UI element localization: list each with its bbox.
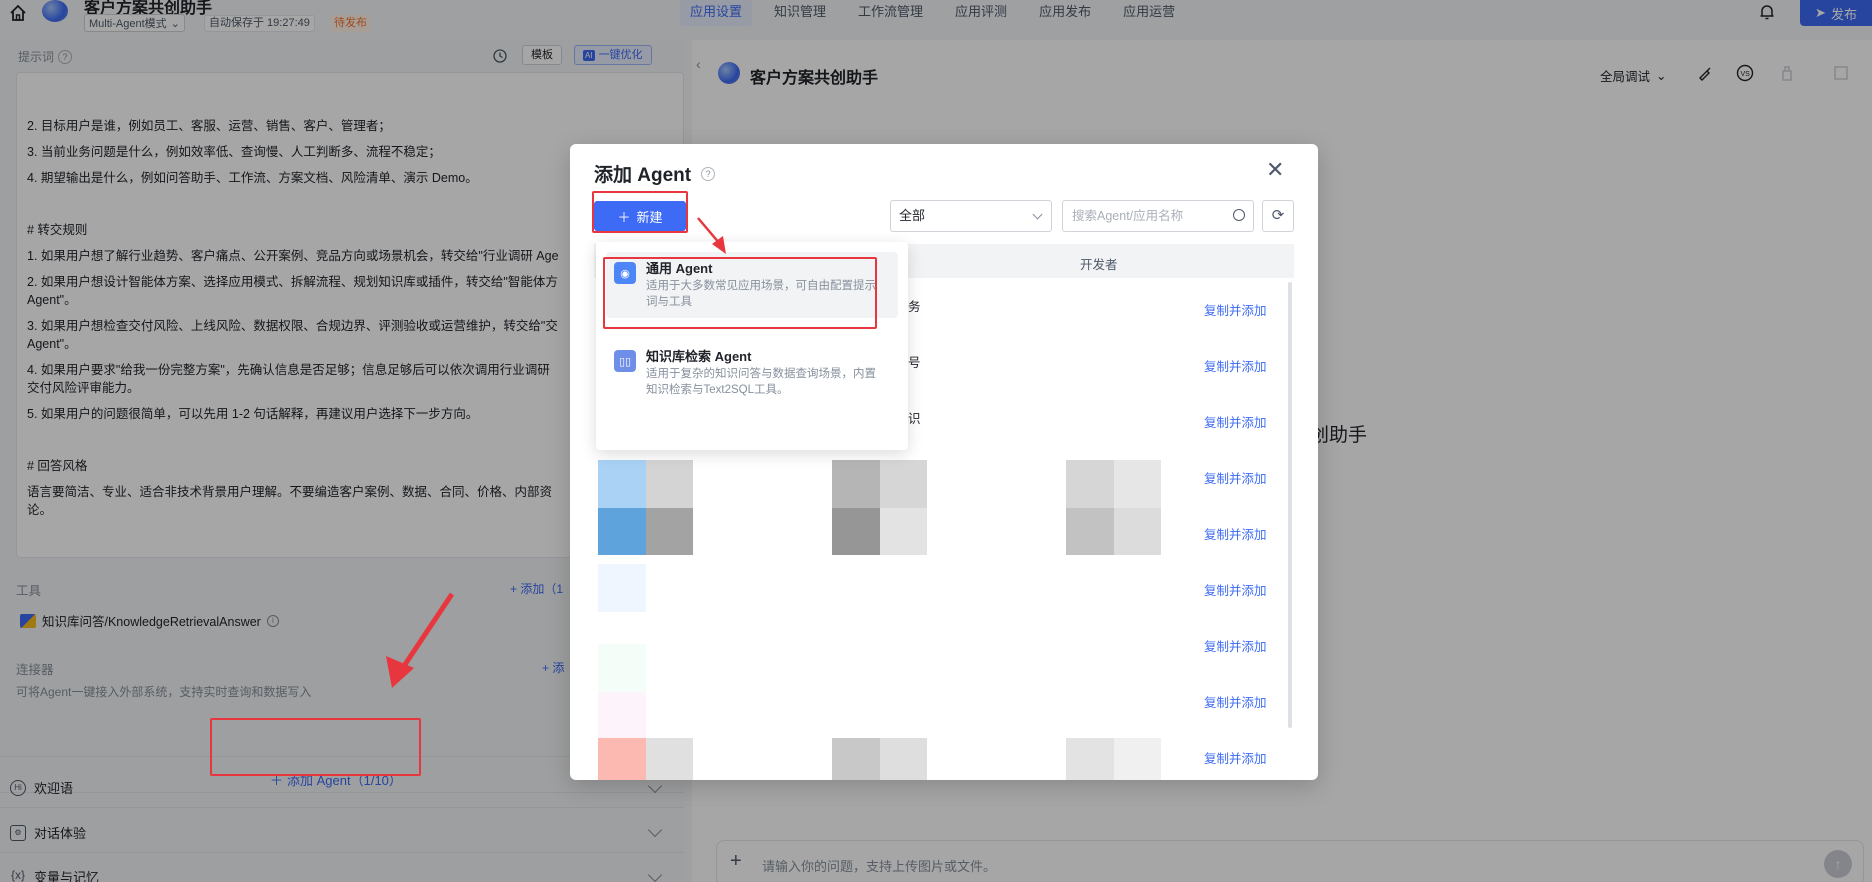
- agent-avatar: [832, 460, 927, 555]
- copy-and-add-link[interactable]: 复制并添加: [1204, 356, 1267, 375]
- row-fragment: 号: [908, 356, 921, 370]
- option-name: 知识库检索 Agent: [646, 349, 752, 364]
- agent-avatar: [598, 644, 646, 692]
- agent-avatar: [598, 692, 646, 738]
- agent-avatar: [598, 564, 646, 612]
- filter-select[interactable]: 全部: [890, 200, 1052, 232]
- agent-avatar: [598, 738, 693, 780]
- agent-avatar: [1066, 460, 1161, 555]
- copy-and-add-link[interactable]: 复制并添加: [1204, 468, 1267, 487]
- filter-value: 全部: [899, 208, 926, 223]
- search-placeholder: 搜索Agent/应用名称: [1072, 209, 1184, 223]
- modal-title-text: 添加 Agent: [594, 165, 692, 186]
- annotation-box-add-agent: [210, 718, 421, 776]
- copy-and-add-link[interactable]: 复制并添加: [1204, 580, 1267, 599]
- agent-avatar: [832, 738, 927, 780]
- close-icon[interactable]: ✕: [1266, 159, 1284, 181]
- help-icon[interactable]: ?: [701, 166, 716, 181]
- copy-and-add-link[interactable]: 复制并添加: [1204, 300, 1267, 319]
- book-icon: ▯▯: [614, 350, 636, 372]
- copy-and-add-link[interactable]: 复制并添加: [1204, 636, 1267, 655]
- refresh-button[interactable]: ⟳: [1262, 200, 1294, 232]
- option-description: 适用于复杂的知识问答与数据查询场景，内置知识检索与Text2SQL工具。: [646, 368, 876, 396]
- column-developer: 开发者: [1080, 258, 1118, 272]
- row-fragment: 务: [908, 300, 921, 314]
- copy-and-add-link[interactable]: 复制并添加: [1204, 748, 1267, 767]
- knowledge-agent-option[interactable]: ▯▯ 知识库检索 Agent 适用于复杂的知识问答与数据查询场景，内置知识检索与…: [606, 340, 898, 406]
- annotation-box-general-agent: [603, 257, 877, 329]
- search-input[interactable]: 搜索Agent/应用名称: [1062, 200, 1254, 232]
- agent-avatar: [1066, 738, 1161, 780]
- search-icon[interactable]: [1233, 209, 1245, 221]
- add-agent-modal: 添加 Agent? ✕ ＋新建 全部 搜索Agent/应用名称 ⟳ 开发者 务 …: [570, 144, 1318, 780]
- copy-and-add-link[interactable]: 复制并添加: [1204, 692, 1267, 711]
- annotation-box-new: [592, 191, 688, 233]
- copy-and-add-link[interactable]: 复制并添加: [1204, 524, 1267, 543]
- agent-avatar: [598, 460, 693, 555]
- copy-and-add-link[interactable]: 复制并添加: [1204, 412, 1267, 431]
- row-fragment: 识: [908, 412, 921, 426]
- modal-title: 添加 Agent?: [594, 160, 716, 187]
- scrollbar[interactable]: [1288, 282, 1292, 728]
- chevron-down-icon: [1032, 209, 1043, 220]
